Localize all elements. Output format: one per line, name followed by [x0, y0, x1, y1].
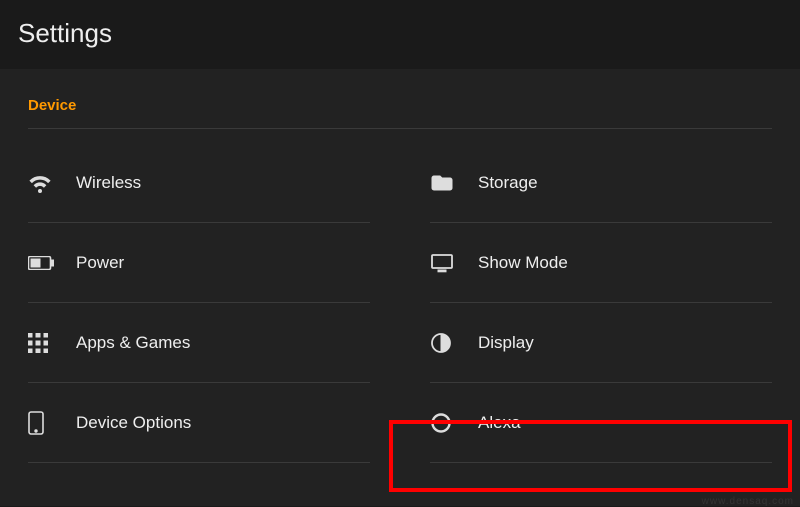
- settings-item-device-options[interactable]: Device Options: [28, 383, 370, 463]
- wifi-icon: [28, 171, 76, 195]
- settings-item-label: Display: [478, 333, 772, 353]
- folder-icon: [430, 171, 478, 195]
- settings-item-wireless[interactable]: Wireless: [28, 143, 370, 223]
- apps-grid-icon: [28, 333, 76, 353]
- settings-item-label: Apps & Games: [76, 333, 370, 353]
- monitor-icon: [430, 251, 478, 275]
- settings-item-show-mode[interactable]: Show Mode: [430, 223, 772, 303]
- battery-icon: [28, 256, 76, 270]
- settings-grid: Wireless Storage Power Show Mode: [28, 143, 772, 463]
- settings-item-label: Storage: [478, 173, 772, 193]
- settings-item-label: Power: [76, 253, 370, 273]
- alexa-icon: [430, 412, 478, 434]
- settings-header: Settings: [0, 0, 800, 69]
- settings-content: Device Wireless Storage Power S: [0, 69, 800, 506]
- section-device-label: Device: [28, 97, 772, 129]
- contrast-icon: [430, 332, 478, 354]
- watermark: www.densaq.com: [702, 496, 794, 507]
- settings-item-label: Alexa: [478, 413, 772, 433]
- settings-item-label: Show Mode: [478, 253, 772, 273]
- settings-item-storage[interactable]: Storage: [430, 143, 772, 223]
- page-title: Settings: [18, 18, 782, 49]
- settings-item-alexa[interactable]: Alexa: [430, 383, 772, 463]
- settings-item-label: Device Options: [76, 413, 370, 433]
- settings-item-power[interactable]: Power: [28, 223, 370, 303]
- device-icon: [28, 411, 76, 435]
- settings-item-apps-games[interactable]: Apps & Games: [28, 303, 370, 383]
- settings-item-display[interactable]: Display: [430, 303, 772, 383]
- settings-item-label: Wireless: [76, 173, 370, 193]
